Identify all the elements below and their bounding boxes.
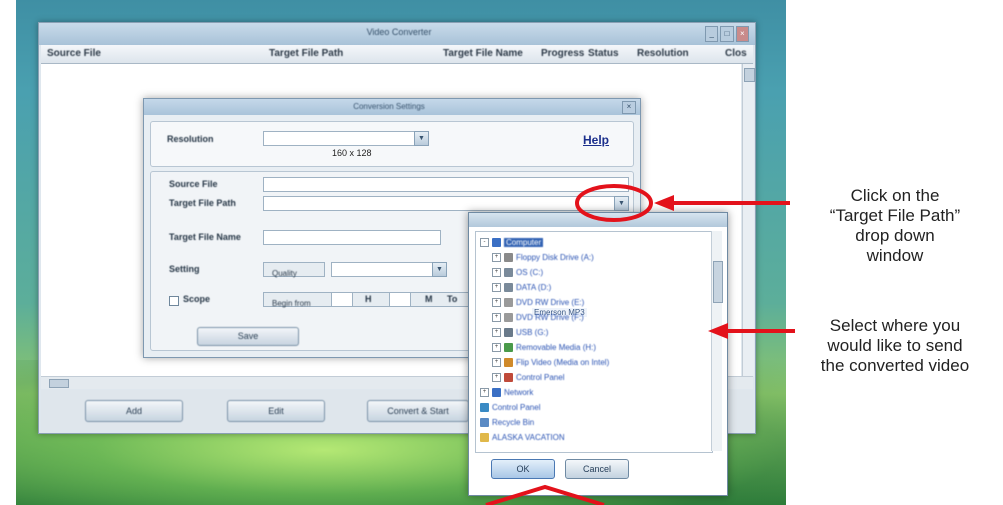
click-instruction-text: Click on the “Target File Path” drop dow…: [829, 186, 961, 265]
highlight-ellipse: [575, 184, 653, 222]
bottom-arrow: [485, 484, 605, 505]
select-instruction-text: Select where you would like to send the …: [820, 316, 970, 375]
select-arrow-head: [708, 323, 728, 339]
click-arrow-head: [654, 195, 674, 211]
